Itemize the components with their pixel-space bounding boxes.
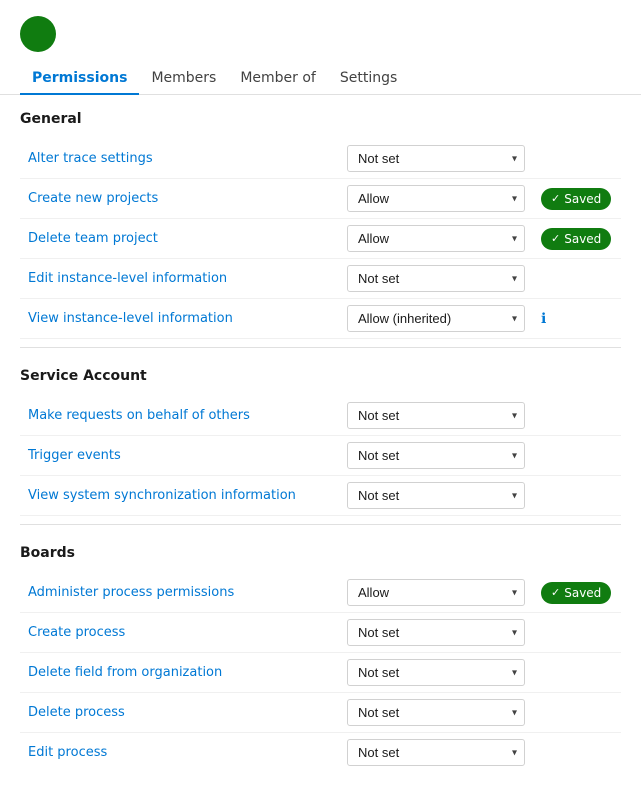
permission-select-wrapper-trigger-events: Not setAllowDenyAllow (inherited)Not set… bbox=[347, 442, 525, 469]
row-actions-delete-team: ✓ Saved bbox=[533, 228, 613, 250]
permission-select-wrapper-administer-process: Not setAllowDenyAllow (inherited)Not set… bbox=[347, 579, 525, 606]
tab-permissions[interactable]: Permissions bbox=[20, 62, 139, 94]
tab-settings[interactable]: Settings bbox=[328, 62, 409, 94]
permission-row-delete-process: Delete processNot setAllowDenyAllow (inh… bbox=[20, 693, 621, 733]
permission-select-wrapper-edit-process: Not setAllowDenyAllow (inherited)Not set… bbox=[347, 739, 525, 766]
permission-label-view-instance[interactable]: View instance-level information bbox=[28, 311, 347, 326]
permission-select-alter-trace[interactable]: Not setAllowDenyAllow (inherited)Not set… bbox=[347, 145, 525, 172]
saved-label: Saved bbox=[564, 586, 601, 600]
permission-label-delete-process[interactable]: Delete process bbox=[28, 705, 347, 720]
saved-badge-administer-process: ✓ Saved bbox=[541, 582, 611, 604]
permission-label-edit-process[interactable]: Edit process bbox=[28, 745, 347, 760]
permission-label-trigger-events[interactable]: Trigger events bbox=[28, 448, 347, 463]
permission-row-edit-process: Edit processNot setAllowDenyAllow (inher… bbox=[20, 733, 621, 772]
permission-row-alter-trace: Alter trace settingsNot setAllowDenyAllo… bbox=[20, 139, 621, 179]
tab-member-of[interactable]: Member of bbox=[228, 62, 328, 94]
saved-label: Saved bbox=[564, 232, 601, 246]
permission-row-make-requests: Make requests on behalf of othersNot set… bbox=[20, 396, 621, 436]
permission-row-create-projects: Create new projectsNot setAllowDenyAllow… bbox=[20, 179, 621, 219]
check-icon: ✓ bbox=[551, 232, 560, 245]
row-actions-create-projects: ✓ Saved bbox=[533, 188, 613, 210]
permission-select-edit-instance[interactable]: Not setAllowDenyAllow (inherited)Not set… bbox=[347, 265, 525, 292]
permission-row-edit-instance: Edit instance-level informationNot setAl… bbox=[20, 259, 621, 299]
permission-row-delete-team: Delete team projectNot setAllowDenyAllow… bbox=[20, 219, 621, 259]
permission-row-view-sync: View system synchronization informationN… bbox=[20, 476, 621, 516]
section-title-service-account: Service Account bbox=[20, 368, 621, 388]
avatar bbox=[20, 16, 56, 52]
permission-label-edit-instance[interactable]: Edit instance-level information bbox=[28, 271, 347, 286]
section-boards: BoardsAdminister process permissionsNot … bbox=[20, 545, 621, 772]
permission-select-delete-process[interactable]: Not setAllowDenyAllow (inherited)Not set… bbox=[347, 699, 525, 726]
permission-select-wrapper-make-requests: Not setAllowDenyAllow (inherited)Not set… bbox=[347, 402, 525, 429]
tab-members[interactable]: Members bbox=[139, 62, 228, 94]
check-icon: ✓ bbox=[551, 192, 560, 205]
permission-select-view-instance[interactable]: Not setAllowDenyAllow (inherited)Not set… bbox=[347, 305, 525, 332]
permission-row-create-process: Create processNot setAllowDenyAllow (inh… bbox=[20, 613, 621, 653]
permission-label-view-sync[interactable]: View system synchronization information bbox=[28, 488, 347, 503]
permission-select-delete-field[interactable]: Not setAllowDenyAllow (inherited)Not set… bbox=[347, 659, 525, 686]
permission-row-administer-process: Administer process permissionsNot setAll… bbox=[20, 573, 621, 613]
permission-select-create-projects[interactable]: Not setAllowDenyAllow (inherited)Not set… bbox=[347, 185, 525, 212]
section-divider-0 bbox=[20, 347, 621, 348]
permissions-content: GeneralAlter trace settingsNot setAllowD… bbox=[0, 95, 641, 808]
permission-select-wrapper-alter-trace: Not setAllowDenyAllow (inherited)Not set… bbox=[347, 145, 525, 172]
permission-label-delete-field[interactable]: Delete field from organization bbox=[28, 665, 347, 680]
permission-select-administer-process[interactable]: Not setAllowDenyAllow (inherited)Not set… bbox=[347, 579, 525, 606]
row-actions-view-instance: ℹ bbox=[533, 311, 613, 327]
permission-label-administer-process[interactable]: Administer process permissions bbox=[28, 585, 347, 600]
permission-row-trigger-events: Trigger eventsNot setAllowDenyAllow (inh… bbox=[20, 436, 621, 476]
permission-select-wrapper-delete-team: Not setAllowDenyAllow (inherited)Not set… bbox=[347, 225, 525, 252]
permission-label-create-projects[interactable]: Create new projects bbox=[28, 191, 347, 206]
permission-select-wrapper-delete-field: Not setAllowDenyAllow (inherited)Not set… bbox=[347, 659, 525, 686]
info-icon-view-instance[interactable]: ℹ bbox=[541, 311, 546, 327]
permission-row-delete-field: Delete field from organizationNot setAll… bbox=[20, 653, 621, 693]
page-header bbox=[0, 0, 641, 62]
saved-badge-create-projects: ✓ Saved bbox=[541, 188, 611, 210]
section-divider-1 bbox=[20, 524, 621, 525]
section-title-boards: Boards bbox=[20, 545, 621, 565]
check-icon: ✓ bbox=[551, 586, 560, 599]
permission-select-wrapper-create-process: Not setAllowDenyAllow (inherited)Not set… bbox=[347, 619, 525, 646]
permission-select-wrapper-edit-instance: Not setAllowDenyAllow (inherited)Not set… bbox=[347, 265, 525, 292]
permission-select-edit-process[interactable]: Not setAllowDenyAllow (inherited)Not set… bbox=[347, 739, 525, 766]
permission-row-view-instance: View instance-level informationNot setAl… bbox=[20, 299, 621, 339]
permission-select-wrapper-view-sync: Not setAllowDenyAllow (inherited)Not set… bbox=[347, 482, 525, 509]
permission-select-delete-team[interactable]: Not setAllowDenyAllow (inherited)Not set… bbox=[347, 225, 525, 252]
row-actions-administer-process: ✓ Saved bbox=[533, 582, 613, 604]
permission-label-delete-team[interactable]: Delete team project bbox=[28, 231, 347, 246]
nav-tabs: PermissionsMembersMember ofSettings bbox=[0, 62, 641, 95]
permission-select-trigger-events[interactable]: Not setAllowDenyAllow (inherited)Not set… bbox=[347, 442, 525, 469]
permission-label-create-process[interactable]: Create process bbox=[28, 625, 347, 640]
permission-select-wrapper-create-projects: Not setAllowDenyAllow (inherited)Not set… bbox=[347, 185, 525, 212]
section-general: GeneralAlter trace settingsNot setAllowD… bbox=[20, 111, 621, 348]
saved-label: Saved bbox=[564, 192, 601, 206]
permission-select-create-process[interactable]: Not setAllowDenyAllow (inherited)Not set… bbox=[347, 619, 525, 646]
permission-label-make-requests[interactable]: Make requests on behalf of others bbox=[28, 408, 347, 423]
permission-select-make-requests[interactable]: Not setAllowDenyAllow (inherited)Not set… bbox=[347, 402, 525, 429]
permission-select-wrapper-view-instance: Not setAllowDenyAllow (inherited)Not set… bbox=[347, 305, 525, 332]
permission-select-view-sync[interactable]: Not setAllowDenyAllow (inherited)Not set… bbox=[347, 482, 525, 509]
section-service-account: Service Account Make requests on behalf o… bbox=[20, 368, 621, 525]
permission-label-alter-trace[interactable]: Alter trace settings bbox=[28, 151, 347, 166]
section-title-general: General bbox=[20, 111, 621, 131]
permission-select-wrapper-delete-process: Not setAllowDenyAllow (inherited)Not set… bbox=[347, 699, 525, 726]
saved-badge-delete-team: ✓ Saved bbox=[541, 228, 611, 250]
